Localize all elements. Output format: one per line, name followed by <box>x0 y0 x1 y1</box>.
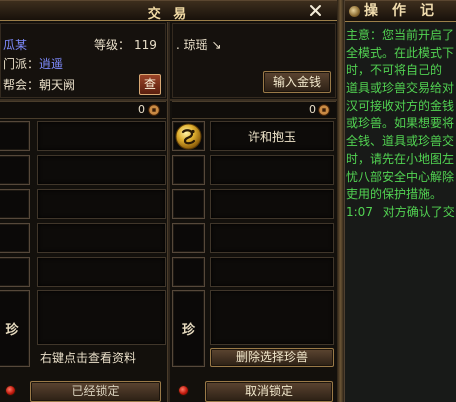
divider <box>167 22 170 402</box>
log-line: 主意：您当前开启了 <box>346 28 455 42</box>
self-guild-label: 帮会： <box>3 78 40 92</box>
log-line: 汉可接收对方的金钱 <box>346 98 455 113</box>
self-player-name: 瓜某 <box>3 38 28 52</box>
self-item-name-field[interactable] <box>37 223 166 253</box>
log-line: 全模式。在此模式下 <box>346 45 455 60</box>
partner-item-name: 许和抱玉 <box>247 129 296 144</box>
self-sect: 门派：逍遥 <box>3 57 63 71</box>
self-item-name <box>38 224 165 252</box>
locked-button[interactable]: 已经锁定 <box>30 381 161 402</box>
self-item-slot[interactable] <box>0 189 30 219</box>
log-line: 道具或珍兽交易给对 <box>346 81 455 96</box>
partner-item-name <box>211 224 333 252</box>
game-screen: 交 易 瓜某 等级： 119 门派：逍遥 帮会：朝天阙 查 . 琼瑶 ↘ 输入金钱 <box>0 0 456 402</box>
partner-item-name <box>211 190 333 218</box>
partner-item-name <box>211 258 333 286</box>
window-border <box>337 0 344 402</box>
partner-pet-field[interactable] <box>210 290 334 345</box>
partner-pet-name <box>211 291 333 344</box>
self-item-slot[interactable] <box>0 257 30 287</box>
operation-log-text: 主意：您当前开启了 全模式。在此模式下 时，不可将自己的 道具或珍兽交易给对 汉… <box>346 27 456 222</box>
pet-hint-text: 右键点击查看资料 <box>40 351 137 365</box>
partner-item-slot[interactable] <box>172 189 205 219</box>
inspect-button[interactable]: 查 <box>139 74 161 95</box>
partner-item-name <box>211 156 333 184</box>
self-item-slot[interactable] <box>0 155 30 185</box>
self-item-name-field[interactable] <box>37 189 166 219</box>
log-line: 或珍兽。如果想要将 <box>346 116 455 131</box>
partner-item-slot[interactable] <box>172 223 205 253</box>
log-line: 全钱、道具或珍兽交 <box>346 134 455 149</box>
self-item-name-field[interactable] <box>37 121 166 151</box>
partner-money-value: 0 <box>309 103 316 116</box>
delete-pet-button[interactable]: 删除选择珍兽 <box>210 348 334 367</box>
partner-item-name-field[interactable] <box>210 155 334 185</box>
operation-log-panel: 操作记 主意：您当前开启了 全模式。在此模式下 时，不可将自己的 道具或珍兽交易… <box>344 0 456 402</box>
self-pet-field[interactable] <box>37 290 166 345</box>
self-sect-value: 逍遥 <box>39 57 64 71</box>
self-sect-label: 门派： <box>3 57 40 71</box>
partner-item-name-field[interactable] <box>210 223 334 253</box>
self-pet-slot[interactable]: 珍 <box>0 290 30 367</box>
self-level-value: 119 <box>134 38 157 52</box>
log-line: 吏用的保护措施。 <box>346 187 443 202</box>
self-money-value: 0 <box>138 103 145 116</box>
self-pet-slot-label: 珍 <box>5 323 19 338</box>
partner-item-slot[interactable] <box>172 155 205 185</box>
self-guild: 帮会：朝天阙 <box>3 78 75 92</box>
partner-player-name: . 琼瑶 ↘ <box>176 38 222 52</box>
self-pet-name <box>38 291 165 344</box>
self-guild-value: 朝天阙 <box>39 78 76 92</box>
red-indicator-icon <box>5 385 16 396</box>
self-item-name <box>38 190 165 218</box>
copper-coin-icon <box>318 104 330 116</box>
trade-window-titlebar[interactable]: 交 易 <box>0 0 338 22</box>
log-line-latest: 1:07 对方确认了交 <box>346 204 456 222</box>
trade-window-title: 交 易 <box>147 7 191 22</box>
self-item-name <box>38 156 165 184</box>
operation-log-title: 操作记 <box>364 3 448 19</box>
partner-item-name-field[interactable] <box>210 189 334 219</box>
input-money-button[interactable]: 输入金钱 <box>263 71 331 93</box>
log-line: 时，不可将自己的 <box>346 63 443 78</box>
log-line: 忧八部安全中心解除 <box>346 169 455 184</box>
self-item-slot[interactable] <box>0 121 30 151</box>
self-item-slot[interactable] <box>0 223 30 253</box>
cancel-lock-button[interactable]: 取消锁定 <box>205 381 333 402</box>
partner-pet-slot-label: 珍 <box>181 323 195 338</box>
self-item-name-field[interactable] <box>37 155 166 185</box>
partner-item-name-field[interactable] <box>210 257 334 287</box>
operation-log-titlebar[interactable]: 操作记 <box>345 0 456 22</box>
self-level-label: 等级： <box>94 38 131 52</box>
red-indicator-icon <box>178 385 189 396</box>
self-item-name <box>38 258 165 286</box>
log-message: 对方确认了交 <box>382 204 455 219</box>
round-emblem-icon <box>349 6 360 17</box>
copper-coin-icon <box>148 104 160 116</box>
gold-medallion-icon <box>175 123 202 150</box>
self-item-name <box>38 122 165 150</box>
log-timestamp: 1:07 <box>346 204 373 219</box>
partner-item-name-field[interactable]: 许和抱玉 <box>210 121 334 151</box>
partner-item-slot[interactable] <box>172 257 205 287</box>
close-icon[interactable] <box>307 2 324 19</box>
partner-item-slot[interactable] <box>172 121 205 151</box>
log-line: 时，请先在小地图左 <box>346 151 455 166</box>
partner-pet-slot[interactable]: 珍 <box>172 290 205 367</box>
trade-window: 交 易 瓜某 等级： 119 门派：逍遥 帮会：朝天阙 查 . 琼瑶 ↘ 输入金钱 <box>0 0 344 402</box>
self-item-name-field[interactable] <box>37 257 166 287</box>
self-level: 等级： 119 <box>94 38 157 52</box>
